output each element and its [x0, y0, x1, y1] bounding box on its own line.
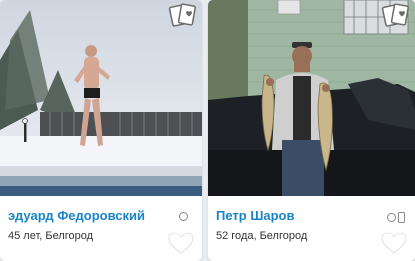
- profile-details: 45 лет, Белгород: [8, 230, 94, 242]
- profile-details: 52 года, Белгород: [216, 230, 308, 242]
- mobile-phone-icon: [398, 212, 405, 223]
- cards-icon[interactable]: [381, 2, 411, 28]
- profile-name-link[interactable]: Петр Шаров: [216, 208, 295, 223]
- offline-icon: [387, 213, 396, 222]
- offline-status: [179, 212, 188, 221]
- profile-info: эдуард Федоровский 45 лет, Белгород: [0, 196, 202, 261]
- profile-info: Петр Шаров 52 года, Белгород: [208, 196, 415, 261]
- profile-card[interactable]: эдуард Федоровский 45 лет, Белгород: [0, 0, 202, 261]
- profile-name-link[interactable]: эдуард Федоровский: [8, 208, 145, 223]
- cards-icon[interactable]: [168, 2, 198, 28]
- offline-mobile-status: [387, 212, 405, 223]
- offline-icon: [179, 212, 188, 221]
- profile-photo[interactable]: [0, 0, 202, 196]
- profile-photo[interactable]: [208, 0, 415, 196]
- profile-card[interactable]: Петр Шаров 52 года, Белгород: [208, 0, 415, 261]
